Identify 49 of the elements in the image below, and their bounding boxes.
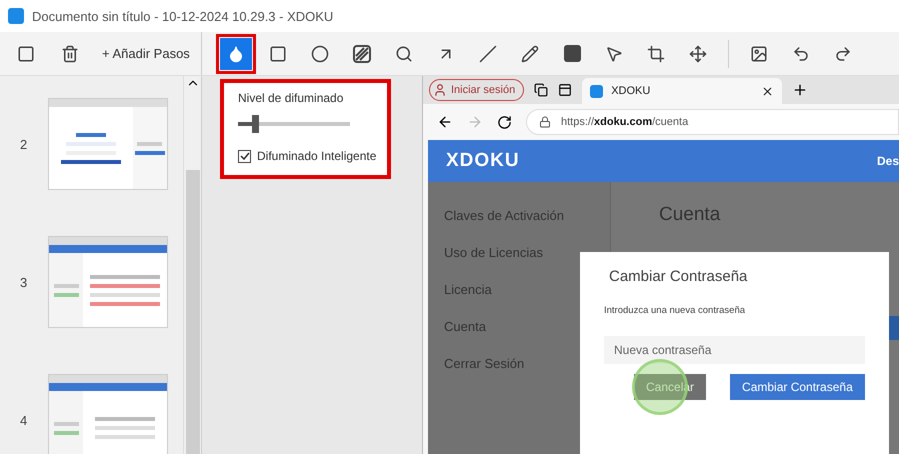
slider-thumb[interactable]	[252, 115, 259, 133]
page-heading: Cuenta	[659, 204, 720, 225]
pointer-icon	[605, 44, 623, 62]
app-logo	[8, 8, 24, 24]
window-title: Documento sin título - 10-12-2024 10.29.3 - XDOKU	[32, 8, 334, 24]
lock-icon	[539, 116, 551, 128]
scrollbar-thumb[interactable]	[186, 170, 200, 454]
close-icon[interactable]	[761, 84, 774, 98]
slider-track[interactable]	[238, 115, 350, 133]
tab-logo	[590, 84, 604, 98]
hatch-icon	[353, 44, 371, 62]
slider-label: Nivel de difuminado	[238, 91, 344, 105]
checkbox-label: Difuminado Inteligente	[257, 149, 376, 163]
droplet-icon	[227, 44, 245, 62]
tool-button[interactable]	[220, 38, 252, 70]
browser-tab[interactable]: XDOKU	[582, 78, 782, 104]
step-thumbnail[interactable]	[48, 98, 168, 190]
nav-link[interactable]: Des	[876, 154, 899, 168]
circle-icon	[311, 44, 329, 62]
dialog-text: Introduzca una nueva contraseña	[604, 305, 746, 316]
site-logo: XDOKU	[446, 150, 520, 172]
square-icon	[269, 44, 287, 62]
user-icon	[433, 83, 447, 97]
address-field[interactable]: https://xdoku.com/cuenta	[526, 109, 899, 135]
magnifier-icon	[395, 44, 413, 62]
step-number: 4	[20, 412, 28, 428]
reload-icon[interactable]	[497, 114, 512, 130]
pencil-icon	[521, 44, 539, 62]
move-icon	[689, 44, 707, 62]
redo-icon	[834, 44, 852, 62]
step-thumbnail[interactable]	[48, 374, 168, 454]
crop-icon	[647, 44, 665, 62]
dialog-title: Cambiar Contraseña	[608, 268, 748, 285]
confirm-button[interactable]: Cambiar Contraseña	[730, 374, 865, 400]
add-steps-button[interactable]: + Añadir Pasos	[98, 42, 194, 65]
collections-icon[interactable]	[534, 83, 548, 97]
window-icon[interactable]	[558, 83, 572, 97]
checkbox[interactable]	[238, 150, 251, 162]
back-icon[interactable]	[437, 114, 453, 130]
step-thumbnail[interactable]	[48, 236, 168, 328]
menu-item[interactable]: Claves de Activación	[444, 208, 610, 223]
step-number: 3	[20, 274, 28, 290]
sign-in-button[interactable]: Iniciar sesión	[429, 79, 524, 101]
undo-icon	[792, 44, 810, 62]
step-number: 2	[20, 136, 28, 152]
line-icon	[479, 44, 497, 62]
trash-icon	[61, 44, 79, 62]
image-icon	[750, 44, 768, 62]
password-field[interactable]: Nueva contraseña	[604, 336, 865, 364]
